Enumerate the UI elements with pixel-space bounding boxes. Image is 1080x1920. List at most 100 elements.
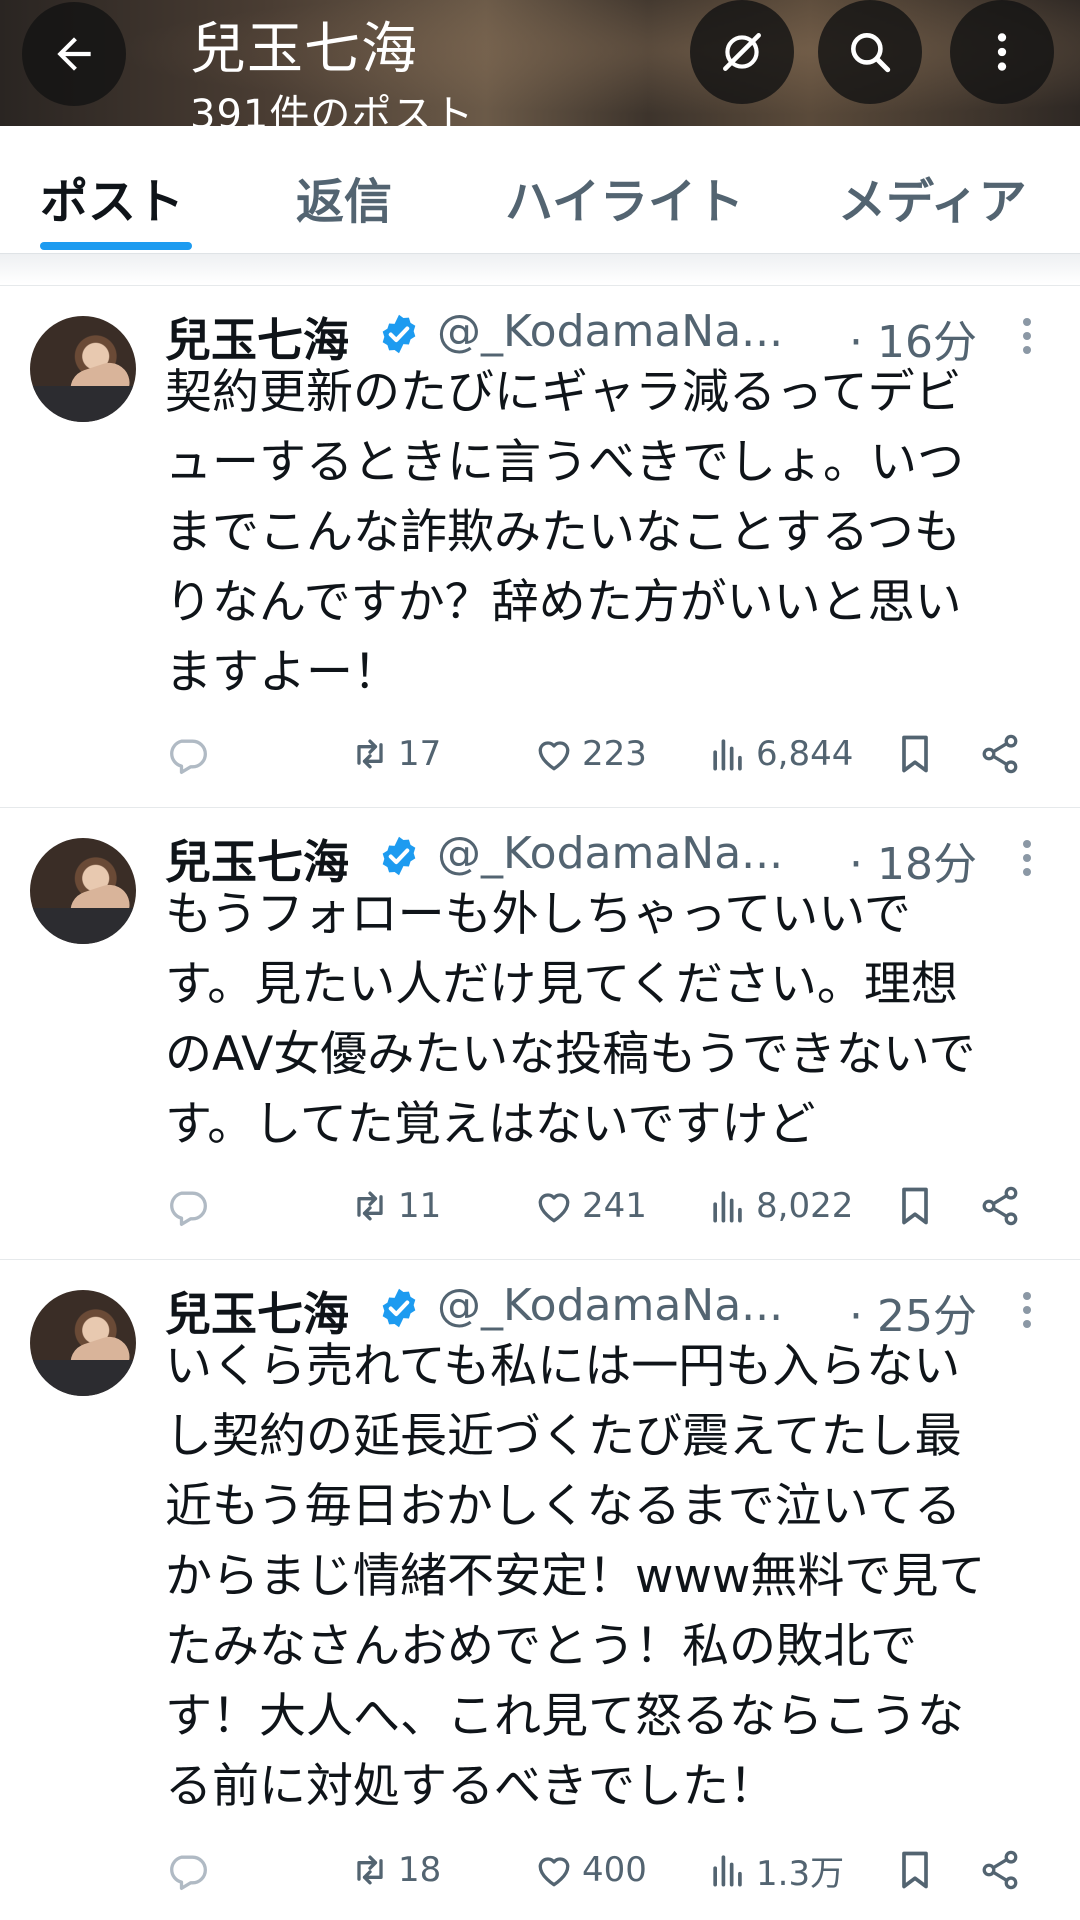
retweet-icon	[357, 1855, 383, 1885]
bookmark-icon	[902, 1187, 928, 1225]
heart-icon	[538, 741, 570, 771]
back-button[interactable]	[22, 2, 126, 106]
views-chart-icon	[713, 1191, 742, 1223]
verified-badge-icon	[382, 1288, 416, 1328]
retweet-button[interactable]: 17	[348, 724, 441, 784]
like-button[interactable]: 223	[532, 724, 647, 784]
tab-posts[interactable]: ポスト	[40, 162, 184, 232]
post-item[interactable]: 兒玉七海 @_KodamaNa... · 18分 もうフォローも外しちゃっていい…	[0, 807, 1080, 1259]
post-text-line: までこんな詐欺みたいなことするつも	[165, 505, 961, 560]
share-button[interactable]	[978, 724, 1022, 784]
back-arrow-icon	[57, 37, 91, 71]
search-button[interactable]	[818, 0, 922, 104]
post-author-handle[interactable]: @_KodamaNa...	[437, 1280, 783, 1331]
more-options-button[interactable]	[950, 0, 1054, 104]
share-icon	[982, 1850, 1018, 1890]
verified-badge-icon	[382, 314, 416, 354]
avatar[interactable]	[30, 838, 136, 944]
post-actions: 18 400 1.3万	[0, 1840, 1080, 1900]
share-button[interactable]	[978, 1840, 1022, 1900]
retweet-icon	[357, 1191, 383, 1221]
post-item[interactable]: 兒玉七海 @_KodamaNa... · 16分 契約更新のたびにギャラ減るって…	[0, 285, 1080, 807]
bookmark-button[interactable]	[893, 724, 937, 784]
views-chart-icon	[713, 739, 742, 771]
avatar[interactable]	[30, 316, 136, 422]
like-count: 400	[582, 1850, 647, 1890]
reply-button[interactable]	[165, 1840, 209, 1900]
post-text-line: し契約の延長近づくたび震えてたし最	[165, 1409, 962, 1464]
retweet-button[interactable]: 11	[348, 1176, 441, 1236]
active-tab-indicator	[40, 242, 192, 250]
like-count: 223	[582, 734, 647, 774]
post-more-icon[interactable]	[1020, 1290, 1034, 1330]
bookmark-icon	[902, 735, 928, 773]
reply-button[interactable]	[165, 724, 209, 784]
share-icon	[982, 1186, 1018, 1226]
post-item[interactable]: 兒玉七海 @_KodamaNa... · 25分 いくら売れても私には一円も入ら…	[0, 1259, 1080, 1920]
post-text: いくら売れても私には一円も入らない し契約の延長近づくたび震えてたし最 近もう毎…	[165, 1332, 1045, 1822]
views-button[interactable]: 8,022	[706, 1176, 853, 1236]
avatar[interactable]	[30, 1290, 136, 1396]
post-text-line: たみなさんおめでとう！私の敗北で	[165, 1619, 917, 1674]
post-author-handle[interactable]: @_KodamaNa...	[437, 306, 783, 357]
retweet-button[interactable]: 18	[348, 1840, 441, 1900]
like-button[interactable]: 400	[532, 1840, 647, 1900]
post-text-line: もうフォローも外しちゃっていいで	[165, 887, 911, 942]
header-post-count: 391件のポスト	[190, 92, 475, 126]
like-count: 241	[582, 1186, 647, 1226]
retweet-icon	[357, 739, 383, 769]
bookmark-button[interactable]	[893, 1840, 937, 1900]
reply-icon	[170, 739, 207, 774]
post-text-line: いくら売れても私には一円も入らない	[165, 1339, 961, 1394]
tab-replies[interactable]: 返信	[296, 162, 392, 232]
post-more-icon[interactable]	[1020, 838, 1034, 878]
share-icon	[982, 734, 1018, 774]
views-count: 1.3万	[756, 1853, 845, 1894]
profile-header: 兒玉七海 391件のポスト	[0, 0, 1080, 126]
bookmark-icon	[902, 1851, 928, 1889]
post-text-line: す。してた覚えはないですけど	[165, 1097, 816, 1152]
search-icon	[851, 33, 891, 73]
post-text-line: 契約更新のたびにギャラ減るってデビ	[165, 365, 962, 420]
no-sync-icon	[723, 33, 761, 71]
reply-button[interactable]	[165, 1176, 209, 1236]
tab-divider	[0, 254, 1080, 284]
heart-icon	[538, 1857, 570, 1887]
views-count: 6,844	[756, 734, 854, 774]
post-text-line: る前に対処するべきでした！	[165, 1759, 776, 1814]
retweet-count: 17	[398, 734, 442, 774]
post-actions: 17 223 6,844	[0, 724, 1080, 784]
heart-icon	[538, 1193, 570, 1223]
reply-icon	[170, 1855, 207, 1890]
post-text-line: す！大人へ、これ見て怒るならこうな	[165, 1689, 964, 1744]
share-button[interactable]	[978, 1176, 1022, 1236]
post-text-line: ューするときに言うべきでしょ。いつ	[165, 435, 964, 490]
header-profile-name: 兒玉七海	[190, 17, 418, 82]
post-author-handle[interactable]: @_KodamaNa...	[437, 828, 783, 879]
post-text: 契約更新のたびにギャラ減るってデビ ューするときに言うべきでしょ。いつ までこん…	[165, 358, 1045, 708]
post-text-line: 近もう毎日おかしくなるまで泣いてる	[165, 1479, 962, 1534]
more-vertical-icon	[997, 33, 1007, 71]
post-text-line: からまじ情緒不安定！www無料で見て	[165, 1549, 986, 1604]
bookmark-button[interactable]	[893, 1176, 937, 1236]
post-text-line: のAV女優みたいな投稿もうできないで	[165, 1027, 976, 1082]
post-actions: 11 241 8,022	[0, 1176, 1080, 1236]
post-text-line: ますよー！	[165, 645, 400, 700]
views-button[interactable]: 1.3万	[706, 1840, 844, 1900]
post-text-line: りなんですか？辞めた方がいいと思い	[165, 575, 962, 630]
retweet-count: 18	[398, 1850, 442, 1890]
tab-media[interactable]: メディア	[838, 162, 1027, 232]
profile-tabs: ポスト 返信 ハイライト メディア	[0, 126, 1080, 254]
views-count: 8,022	[756, 1186, 854, 1226]
like-button[interactable]: 241	[532, 1176, 647, 1236]
verified-badge-icon	[382, 836, 416, 876]
views-chart-icon	[713, 1855, 742, 1887]
no-sync-button[interactable]	[690, 0, 794, 104]
post-text: もうフォローも外しちゃっていいで す。見たい人だけ見てください。理想 のAV女優…	[165, 880, 1045, 1160]
tab-highlights[interactable]: ハイライト	[505, 162, 744, 232]
post-more-icon[interactable]	[1020, 316, 1034, 356]
reply-icon	[170, 1191, 207, 1226]
retweet-count: 11	[398, 1186, 442, 1226]
post-text-line: す。見たい人だけ見てください。理想	[165, 957, 958, 1012]
views-button[interactable]: 6,844	[706, 724, 853, 784]
